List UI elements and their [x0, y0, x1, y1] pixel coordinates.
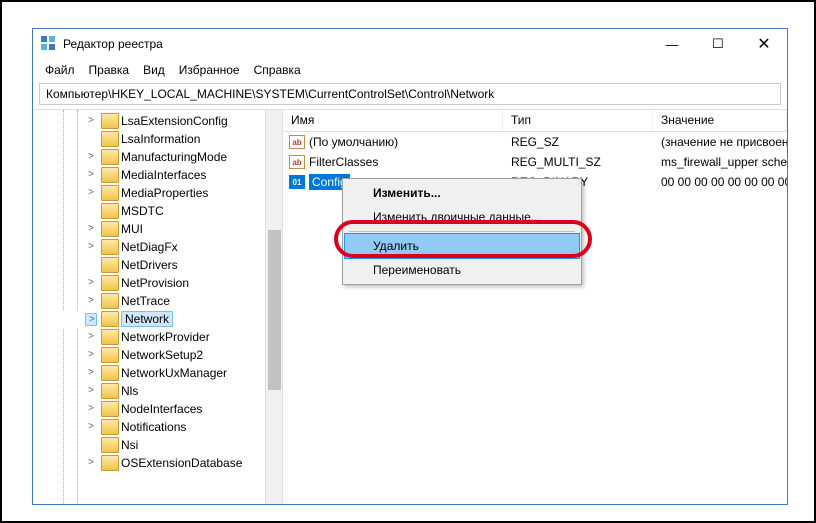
- titlebar[interactable]: Редактор реестра — ☐ ✕: [33, 29, 787, 59]
- context-item--[interactable]: Изменить...: [345, 181, 579, 205]
- tree-item-mediaproperties[interactable]: > MediaProperties: [47, 184, 282, 202]
- minimize-button[interactable]: —: [649, 29, 695, 59]
- tree-item-label: Notifications: [121, 420, 186, 434]
- tree-item-label: NodeInterfaces: [121, 402, 202, 416]
- tree-item-notifications[interactable]: > Notifications: [47, 418, 282, 436]
- menu-edit[interactable]: Правка: [83, 61, 136, 79]
- context-menu: Изменить...Изменить двоичные данные... Уд…: [342, 178, 582, 285]
- tree-item-label: Network: [121, 311, 173, 327]
- menu-file[interactable]: Файл: [39, 61, 81, 79]
- list-header[interactable]: Имя Тип Значение: [283, 110, 787, 132]
- tree-item-netdiagfx[interactable]: > NetDiagFx: [47, 238, 282, 256]
- expand-icon[interactable]: >: [85, 385, 97, 396]
- tree-item-label: NetTrace: [121, 294, 170, 308]
- close-button[interactable]: ✕: [741, 29, 787, 59]
- col-name[interactable]: Имя: [283, 110, 503, 131]
- tree-item-label: Nls: [121, 384, 138, 398]
- expand-icon[interactable]: >: [85, 457, 97, 468]
- menu-help[interactable]: Справка: [248, 61, 307, 79]
- col-type[interactable]: Тип: [503, 110, 653, 131]
- string-value-icon: ab: [289, 155, 305, 169]
- menu-view[interactable]: Вид: [137, 61, 171, 79]
- expand-icon[interactable]: >: [85, 169, 97, 180]
- string-value-icon: ab: [289, 135, 305, 149]
- expand-icon[interactable]: >: [85, 115, 97, 126]
- tree-item-label: MUI: [121, 222, 143, 236]
- expand-icon[interactable]: >: [85, 223, 97, 234]
- value-data: (значение не присвоено): [653, 135, 787, 149]
- tree-item-networkuxmanager[interactable]: > NetworkUxManager: [47, 364, 282, 382]
- expand-icon[interactable]: >: [85, 403, 97, 414]
- context-separator: [349, 231, 575, 232]
- expand-icon[interactable]: >: [85, 421, 97, 432]
- tree-item-label: Nsi: [121, 438, 138, 452]
- tree-item-msdtc[interactable]: MSDTC: [47, 202, 282, 220]
- expand-icon[interactable]: >: [85, 277, 97, 288]
- tree-item-osextensiondatabase[interactable]: > OSExtensionDatabase: [47, 454, 282, 472]
- tree-item-nsi[interactable]: Nsi: [47, 436, 282, 454]
- tree-item-mediainterfaces[interactable]: > MediaInterfaces: [47, 166, 282, 184]
- expand-icon[interactable]: >: [85, 151, 97, 162]
- tree-panel[interactable]: > LsaExtensionConfig LsaInformation > Manufa…: [33, 110, 283, 504]
- tree-item-networksetup2[interactable]: > NetworkSetup2: [47, 346, 282, 364]
- binary-value-icon: 01: [289, 175, 305, 189]
- context-item--[interactable]: Переименовать: [345, 258, 579, 282]
- tree-item-nettrace[interactable]: > NetTrace: [47, 292, 282, 310]
- tree-item-netdrivers[interactable]: NetDrivers: [47, 256, 282, 274]
- expand-icon[interactable]: >: [85, 313, 97, 326]
- tree-item-lsaextensionconfig[interactable]: > LsaExtensionConfig: [47, 112, 282, 130]
- window-title: Редактор реестра: [63, 37, 649, 51]
- tree-item-label: NetworkUxManager: [121, 366, 227, 380]
- tree-item-label: ManufacturingMode: [121, 150, 227, 164]
- tree-item-networkprovider[interactable]: > NetworkProvider: [47, 328, 282, 346]
- value-name: (По умолчанию): [309, 135, 398, 149]
- value-row[interactable]: ab (По умолчанию) REG_SZ(значение не присв…: [283, 132, 787, 152]
- tree-item-lsainformation[interactable]: LsaInformation: [47, 130, 282, 148]
- menubar: Файл Правка Вид Избранное Справка: [33, 59, 787, 83]
- expand-icon[interactable]: >: [85, 349, 97, 360]
- value-data: 00 00 00 00 00 00 00 00: [653, 175, 787, 189]
- value-type: REG_SZ: [503, 135, 653, 149]
- tree-item-label: OSExtensionDatabase: [121, 456, 242, 470]
- tree-item-label: NetProvision: [121, 276, 189, 290]
- expand-icon[interactable]: >: [85, 331, 97, 342]
- tree-item-nls[interactable]: > Nls: [47, 382, 282, 400]
- value-row[interactable]: ab FilterClasses REG_MULTI_SZms_firewall_u…: [283, 152, 787, 172]
- expand-icon[interactable]: >: [85, 367, 97, 378]
- expand-icon[interactable]: >: [85, 295, 97, 306]
- tree-item-label: MediaInterfaces: [121, 168, 206, 182]
- value-type: REG_MULTI_SZ: [503, 155, 653, 169]
- tree-item-netprovision[interactable]: > NetProvision: [47, 274, 282, 292]
- tree-item-label: MediaProperties: [121, 186, 208, 200]
- tree-item-label: NetDiagFx: [121, 240, 178, 254]
- address-bar[interactable]: Компьютер\HKEY_LOCAL_MACHINE\SYSTEM\Curr…: [39, 83, 781, 105]
- tree-item-label: NetworkProvider: [121, 330, 210, 344]
- maximize-button[interactable]: ☐: [695, 29, 741, 59]
- col-value[interactable]: Значение: [653, 110, 787, 131]
- tree-item-manufacturingmode[interactable]: > ManufacturingMode: [47, 148, 282, 166]
- menu-fav[interactable]: Избранное: [173, 61, 246, 79]
- expand-icon[interactable]: >: [85, 241, 97, 252]
- tree-item-label: LsaExtensionConfig: [121, 114, 228, 128]
- regedit-icon: [41, 36, 57, 52]
- value-data: ms_firewall_upper scheduler: [653, 155, 787, 169]
- tree-item-nodeinterfaces[interactable]: > NodeInterfaces: [47, 400, 282, 418]
- tree-scrollbar[interactable]: [265, 110, 282, 504]
- tree-item-label: NetDrivers: [121, 258, 178, 272]
- tree-item-label: MSDTC: [121, 204, 164, 218]
- expand-icon[interactable]: >: [85, 187, 97, 198]
- tree-item-network[interactable]: > Network: [47, 310, 282, 328]
- tree-item-mui[interactable]: > MUI: [47, 220, 282, 238]
- value-list-panel: Имя Тип Значение ab (По умолчанию) REG_SZ(…: [283, 110, 787, 504]
- value-name: FilterClasses: [309, 155, 378, 169]
- context-item--[interactable]: Изменить двоичные данные...: [345, 205, 579, 229]
- tree-item-label: NetworkSetup2: [121, 348, 203, 362]
- tree-item-label: LsaInformation: [121, 132, 200, 146]
- context-item--[interactable]: Удалить: [344, 233, 580, 259]
